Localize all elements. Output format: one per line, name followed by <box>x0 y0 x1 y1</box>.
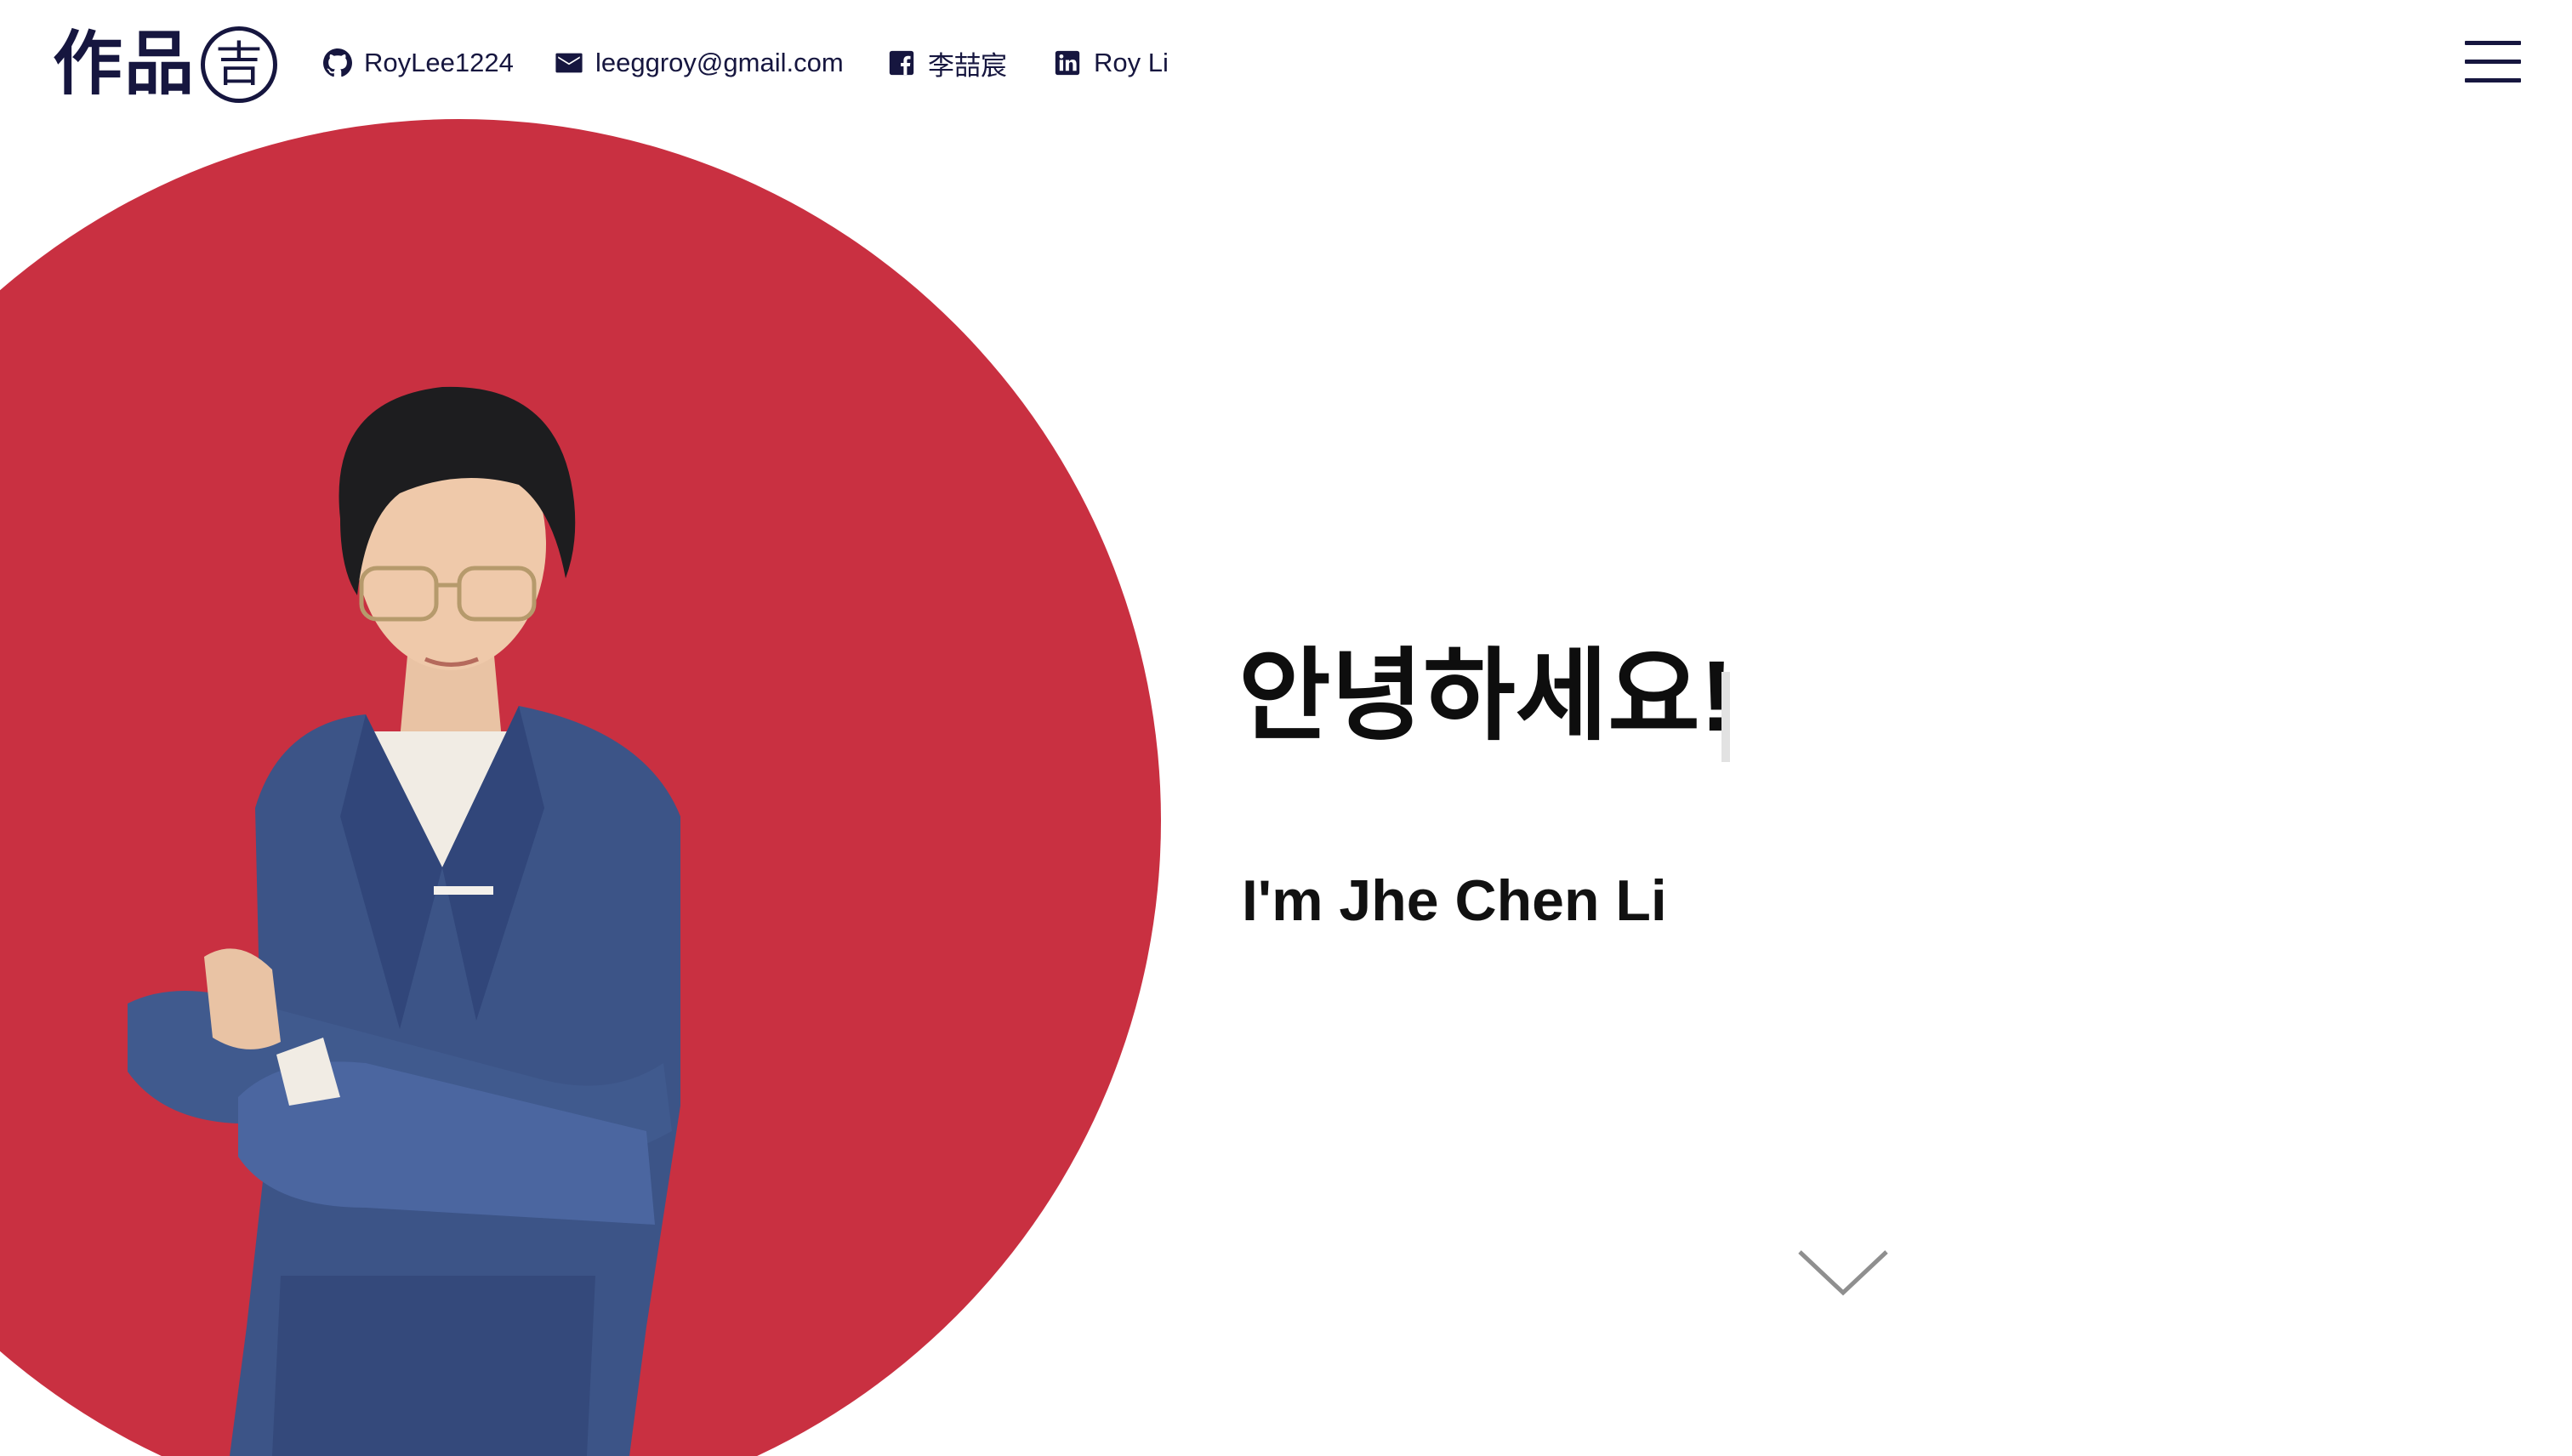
facebook-label: 李喆宸 <box>928 50 1007 81</box>
email-label: leeggroy@gmail.com <box>595 48 844 77</box>
hero-intro: I'm Jhe Chen Li <box>1242 868 1667 933</box>
site-logo[interactable]: 作品 吉 <box>53 24 278 105</box>
menu-line <box>2465 78 2521 82</box>
page: 作品 吉 RoyLee1224 leeggroy@gmail.com 李喆宸 R… <box>0 0 2572 1456</box>
logo-seal: 吉 <box>201 26 278 103</box>
linkedin-link[interactable]: Roy Li <box>1053 43 1169 83</box>
menu-line <box>2465 41 2521 45</box>
github-label: RoyLee1224 <box>364 48 514 77</box>
linkedin-icon <box>1055 50 1080 76</box>
facebook-icon <box>889 50 914 76</box>
portrait-pocket-square <box>434 886 493 895</box>
menu-line <box>2465 60 2521 64</box>
linkedin-label: Roy Li <box>1094 48 1169 77</box>
typing-cursor <box>1721 672 1730 762</box>
portrait-trousers <box>272 1276 595 1456</box>
hero-greeting: 안녕하세요! <box>1238 640 1734 753</box>
mail-icon <box>555 53 583 73</box>
email-link[interactable]: leeggroy@gmail.com <box>555 43 844 83</box>
hamburger-menu-icon[interactable] <box>2465 37 2521 87</box>
chevron-down-icon[interactable] <box>1796 1247 1890 1298</box>
github-link[interactable]: RoyLee1224 <box>323 43 514 83</box>
logo-text: 作品 <box>53 26 196 103</box>
site-header: 作品 吉 RoyLee1224 leeggroy@gmail.com 李喆宸 R… <box>0 0 2572 128</box>
github-icon <box>323 48 352 77</box>
facebook-link[interactable]: 李喆宸 <box>887 43 1007 83</box>
